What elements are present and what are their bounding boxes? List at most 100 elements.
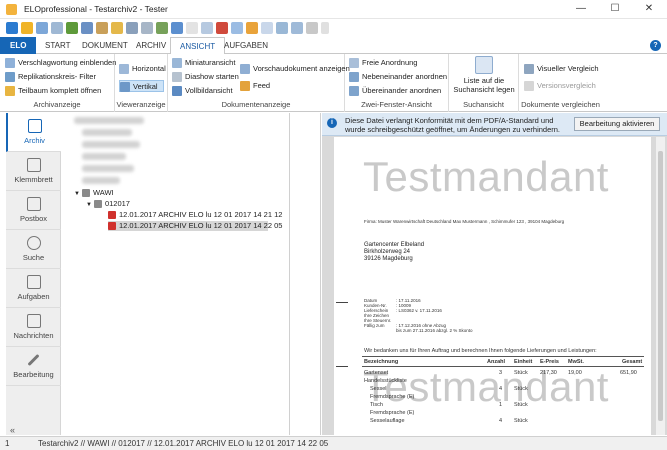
group-label: Archivanzeige <box>33 100 81 109</box>
mail-icon[interactable] <box>141 22 153 34</box>
pen-icon <box>27 353 40 367</box>
nav-aufgaben[interactable]: Aufgaben <box>6 269 61 308</box>
paste-icon[interactable] <box>186 22 198 34</box>
table-rule <box>362 366 644 367</box>
recipient-line: Gartencenter Elbeland <box>364 242 425 248</box>
refresh-icon[interactable] <box>66 22 78 34</box>
cut-icon[interactable] <box>291 22 303 34</box>
info-icon: i <box>327 118 337 128</box>
diashow-button[interactable]: Diashow starten <box>172 71 239 83</box>
delete-icon[interactable] <box>216 22 228 34</box>
table-cell: Stück <box>514 418 528 424</box>
vorschaudokument-button[interactable]: Vorschaudokument anzeigen <box>240 63 350 75</box>
tab-elo[interactable]: ELO <box>0 37 37 54</box>
vertical-layout-icon <box>120 82 130 92</box>
back-icon[interactable] <box>6 22 18 34</box>
list-icon[interactable] <box>231 22 243 34</box>
undo-icon[interactable] <box>306 22 318 34</box>
table-cell: Gartenset <box>364 370 389 376</box>
search-icon <box>26 236 41 250</box>
checkout-icon[interactable] <box>171 22 183 34</box>
slideshow-icon <box>172 72 182 82</box>
tab-aufgaben[interactable]: AUFGABEN <box>215 37 277 54</box>
fold-mark <box>336 302 348 303</box>
link-icon[interactable] <box>276 22 288 34</box>
group-suchansicht: Liste auf die Suchansicht legen Suchansi… <box>449 54 519 112</box>
tree-document-2[interactable]: 12.01.2017 ARCHIV ELO lu 12 01 2017 14 2… <box>108 221 282 231</box>
nav-nachrichten[interactable]: Nachrichten <box>6 308 61 347</box>
favorite-icon[interactable] <box>246 22 258 34</box>
folder-icon[interactable] <box>21 22 33 34</box>
arrow-icon[interactable] <box>51 22 63 34</box>
quick-access-toolbar <box>0 19 667 37</box>
minimize-button[interactable]: — <box>564 0 598 18</box>
archive-tree: ▼ WAWI ▼ 012017 12.01.2017 ARCHIV ELO lu 1… <box>62 113 290 435</box>
table-cell: 19,00 <box>568 370 582 376</box>
nav-bearbeitung[interactable]: Bearbeitung <box>6 347 61 386</box>
preview-scrollbar[interactable] <box>656 137 665 435</box>
tree-node-wawi[interactable]: ▼ WAWI <box>74 188 114 198</box>
table-cell: Stück <box>514 386 528 392</box>
copy-icon[interactable] <box>201 22 213 34</box>
nav-postbox[interactable]: Postbox <box>6 191 61 230</box>
inbox-icon <box>26 197 41 211</box>
collapse-nav-button[interactable]: « <box>10 425 15 435</box>
fold-mark <box>336 366 348 367</box>
visueller-vergleich-button[interactable]: Visueller Vergleich <box>524 63 599 75</box>
liste-suchansicht-button[interactable]: Liste auf die Suchansicht legen <box>451 56 517 94</box>
vertikal-button[interactable]: Vertikal <box>119 80 164 92</box>
uebereinander-button[interactable]: Übereinander anordnen <box>349 85 441 97</box>
freie-anordnung-button[interactable]: Freie Anordnung <box>349 57 417 69</box>
versionsvergleich-button[interactable]: Versionsvergleich <box>524 80 596 92</box>
feed-button[interactable]: Feed <box>240 80 270 92</box>
note-icon[interactable] <box>111 22 123 34</box>
tree-node-012017[interactable]: ▼ 012017 <box>86 199 130 209</box>
recipient-line: Birkholzerweg 24 <box>364 249 411 255</box>
blurred-tree-item <box>82 141 140 148</box>
search-icon[interactable] <box>81 22 93 34</box>
teilbaum-oeffnen-button[interactable]: Teilbaum komplett öffnen <box>5 85 101 97</box>
table-cell: Sesselauflage <box>370 418 405 424</box>
elo-app-icon <box>6 4 17 15</box>
cabinet-icon <box>81 189 90 198</box>
message-icon <box>26 314 41 328</box>
replikation-filter-button[interactable]: Replikationskreis- Filter <box>5 71 96 83</box>
maximize-button[interactable]: ☐ <box>598 0 632 18</box>
tab-archiv[interactable]: ARCHIV <box>127 37 175 54</box>
keyword-icon <box>5 58 15 68</box>
table-cell: 4 <box>499 386 503 392</box>
splitter-area[interactable] <box>291 113 321 435</box>
nav-archiv[interactable]: Archiv <box>6 113 61 152</box>
print-icon[interactable] <box>126 22 138 34</box>
table-cell: 3 <box>499 370 503 376</box>
attach-icon[interactable] <box>261 22 273 34</box>
help-icon[interactable]: ? <box>650 40 661 51</box>
group-vieweranzeige: Horizontal Vertikal Vieweranzeige <box>115 54 168 112</box>
forward-icon[interactable] <box>36 22 48 34</box>
feed-icon <box>240 81 250 91</box>
table-rule <box>362 356 644 357</box>
table-header: Bezeichnung <box>364 359 399 365</box>
table-header: Einheit <box>514 359 533 365</box>
recipient-line: 39126 Magdeburg <box>364 256 413 262</box>
pdfa-info-bar: i Diese Datei verlangt Konformität mit d… <box>322 113 667 136</box>
fullscreen-icon <box>172 86 182 96</box>
vollbildansicht-button[interactable]: Vollbildansicht <box>172 85 233 97</box>
checkin-icon[interactable] <box>156 22 168 34</box>
miniaturansicht-button[interactable]: Miniaturansicht <box>172 57 235 69</box>
close-button[interactable]: ✕ <box>632 0 666 18</box>
status-bar: 1 Testarchiv2 // WAWI // 012017 // 12.01… <box>0 436 667 450</box>
nav-klemmbrett[interactable]: Klemmbrett <box>6 152 61 191</box>
table-cell: Stück <box>514 402 528 408</box>
scrollbar-thumb[interactable] <box>658 151 663 421</box>
verschlagwortung-button[interactable]: Verschlagwortung einblenden <box>5 57 116 69</box>
group-label: Dokumente vergleichen <box>521 100 600 109</box>
table-cell: Sessel <box>370 386 387 392</box>
horizontal-button[interactable]: Horizontal <box>119 63 166 75</box>
tree-document-1[interactable]: 12.01.2017 ARCHIV ELO lu 12 01 2017 14 2… <box>108 210 282 220</box>
customize-chevron-icon[interactable] <box>321 22 329 34</box>
enable-editing-button[interactable]: Bearbeitung aktivieren <box>574 117 660 131</box>
nebeneinander-button[interactable]: Nebeneinander anordnen <box>349 71 447 83</box>
nav-suche[interactable]: Suche <box>6 230 61 269</box>
edit-icon[interactable] <box>96 22 108 34</box>
